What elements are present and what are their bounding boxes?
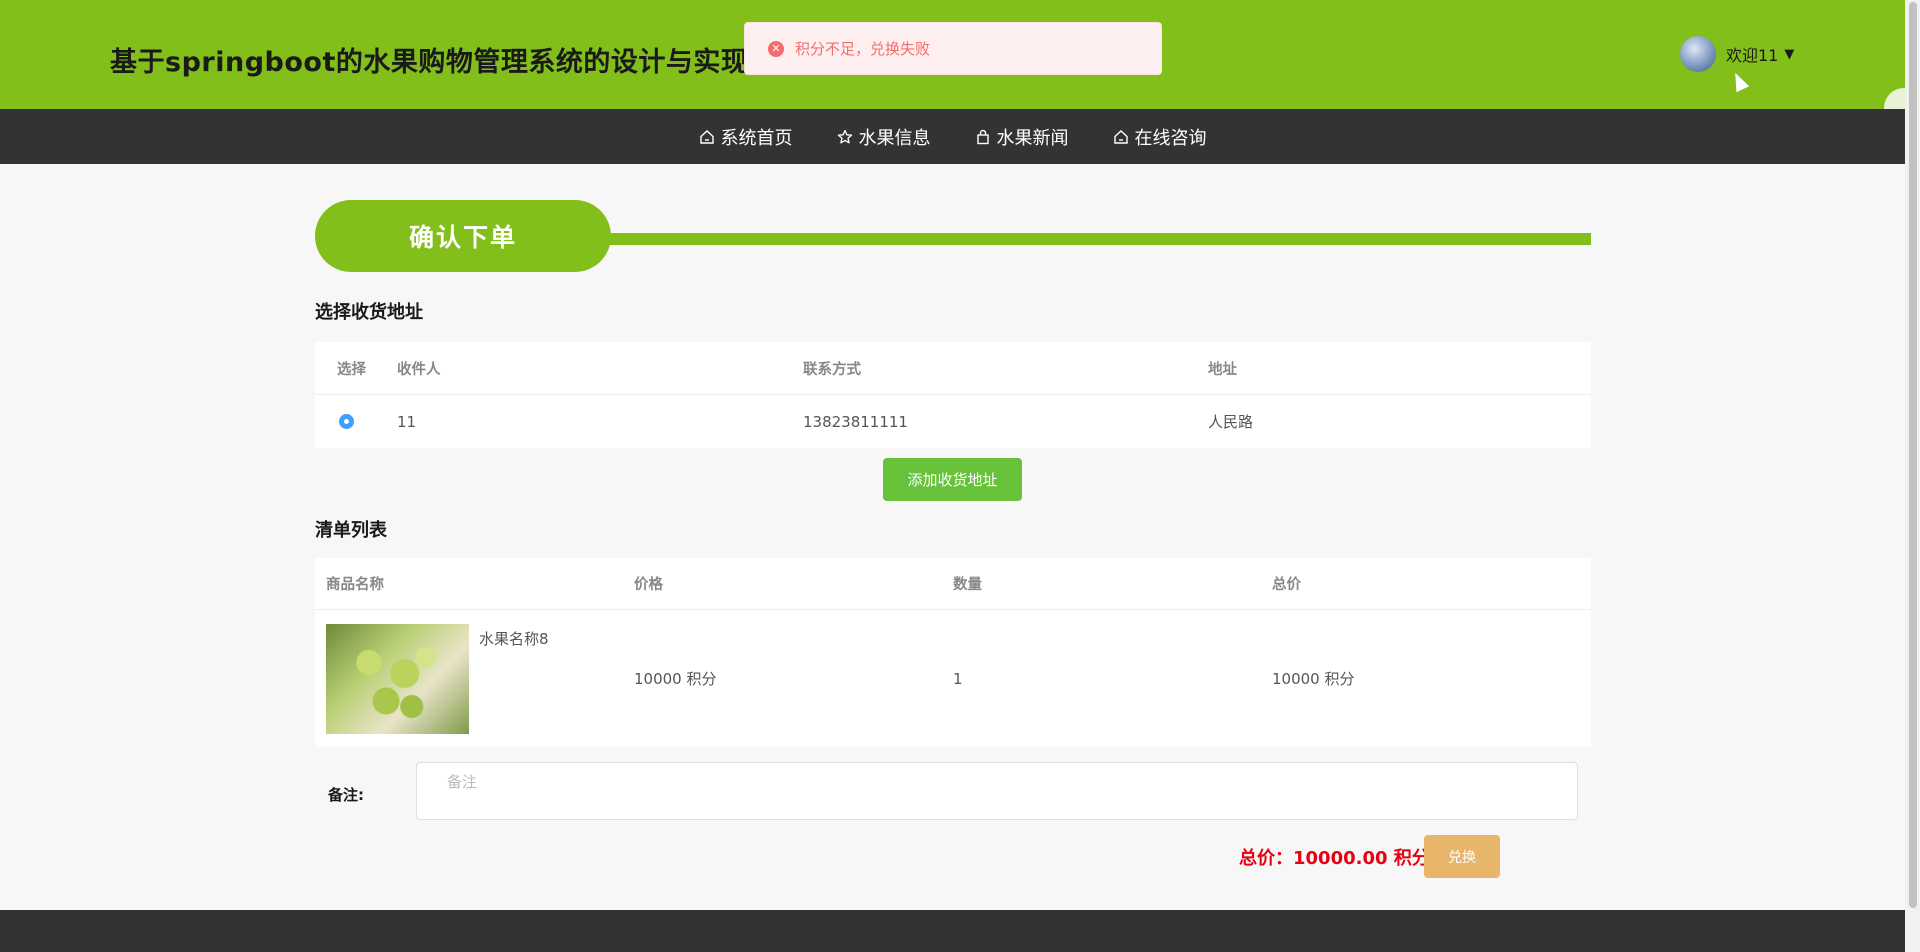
quantity-cell: 1 [953, 669, 963, 688]
order-items-table: 商品名称 价格 数量 总价 水果名称8 10000 积分 1 10000 积分 [315, 558, 1591, 747]
welcome-text[interactable]: 欢迎11 [1726, 42, 1778, 66]
add-address-button[interactable]: 添加收货地址 [883, 458, 1022, 501]
site-footer [0, 910, 1905, 952]
phone-cell: 13823811111 [803, 412, 908, 431]
page-banner: 确认下单 [315, 200, 1591, 272]
scrollbar-thumb[interactable] [1909, 2, 1917, 908]
column-header: 总价 [1272, 577, 1301, 593]
nav-item-label: 水果新闻 [996, 127, 1069, 149]
exchange-button[interactable]: 兑换 [1424, 835, 1500, 878]
banner-line [605, 233, 1591, 245]
page-title: 确认下单 [315, 200, 611, 272]
nav-item-fruit-info[interactable]: 水果信息 [837, 124, 931, 150]
nav-item-label: 在线咨询 [1134, 127, 1207, 149]
column-header: 联系方式 [803, 361, 861, 378]
table-header: 选择 收件人 联系方式 地址 [315, 342, 1591, 395]
list-section-title: 清单列表 [315, 520, 387, 541]
bag-icon [975, 129, 991, 145]
home-icon [1113, 129, 1129, 145]
address-radio[interactable] [339, 414, 354, 429]
toast-message: 积分不足，兑换失败 [795, 40, 931, 58]
product-cell: 水果名称8 [315, 623, 634, 734]
select-cell[interactable] [315, 414, 397, 429]
table-row: 水果名称8 10000 积分 1 10000 积分 [315, 610, 1591, 747]
site-title: 基于springboot的水果购物管理系统的设计与实现 [110, 47, 749, 78]
column-header: 价格 [634, 577, 663, 593]
column-header: 商品名称 [326, 577, 384, 593]
column-header: 地址 [1208, 361, 1237, 378]
user-menu[interactable]: 欢迎11 ▼ [1680, 36, 1794, 72]
address-table: 选择 收件人 联系方式 地址 11 13823811111 人民路 [315, 342, 1591, 448]
column-header: 收件人 [397, 361, 441, 378]
table-row[interactable]: 11 13823811111 人民路 [315, 395, 1591, 448]
caret-down-icon[interactable]: ▼ [1784, 47, 1794, 62]
main-nav: 系统首页 水果信息 水果新闻 在线咨询 [0, 109, 1905, 164]
product-name: 水果名称8 [479, 629, 549, 648]
nav-item-label: 系统首页 [720, 127, 793, 149]
product-image [326, 623, 469, 734]
recipient-cell: 11 [397, 412, 417, 431]
error-icon: ✕ [768, 40, 784, 57]
order-confirm-section: 确认下单 选择收货地址 选择 收件人 联系方式 地址 11 1382381111… [315, 200, 1591, 878]
nav-item-fruit-news[interactable]: 水果新闻 [975, 124, 1069, 150]
nav-item-consult[interactable]: 在线咨询 [1113, 124, 1207, 150]
price-cell: 10000 积分 [634, 670, 717, 688]
total-price: 总价：10000.00 积分 [1239, 848, 1430, 869]
home-icon [699, 129, 715, 145]
star-icon [837, 129, 853, 145]
remark-label: 备注: [328, 786, 364, 804]
total-cell: 10000 积分 [1272, 670, 1355, 688]
remark-textarea[interactable] [416, 762, 1578, 820]
address-cell: 人民路 [1208, 413, 1254, 431]
avatar[interactable] [1680, 36, 1716, 72]
nav-item-label: 水果信息 [858, 127, 931, 149]
nav-item-home[interactable]: 系统首页 [699, 124, 793, 150]
error-toast: ✕ 积分不足，兑换失败 [744, 22, 1162, 75]
table-header: 商品名称 价格 数量 总价 [315, 558, 1591, 610]
address-section-title: 选择收货地址 [315, 302, 423, 323]
column-header: 数量 [953, 577, 982, 593]
column-header: 选择 [337, 361, 366, 378]
page-scrollbar[interactable] [1905, 0, 1920, 952]
